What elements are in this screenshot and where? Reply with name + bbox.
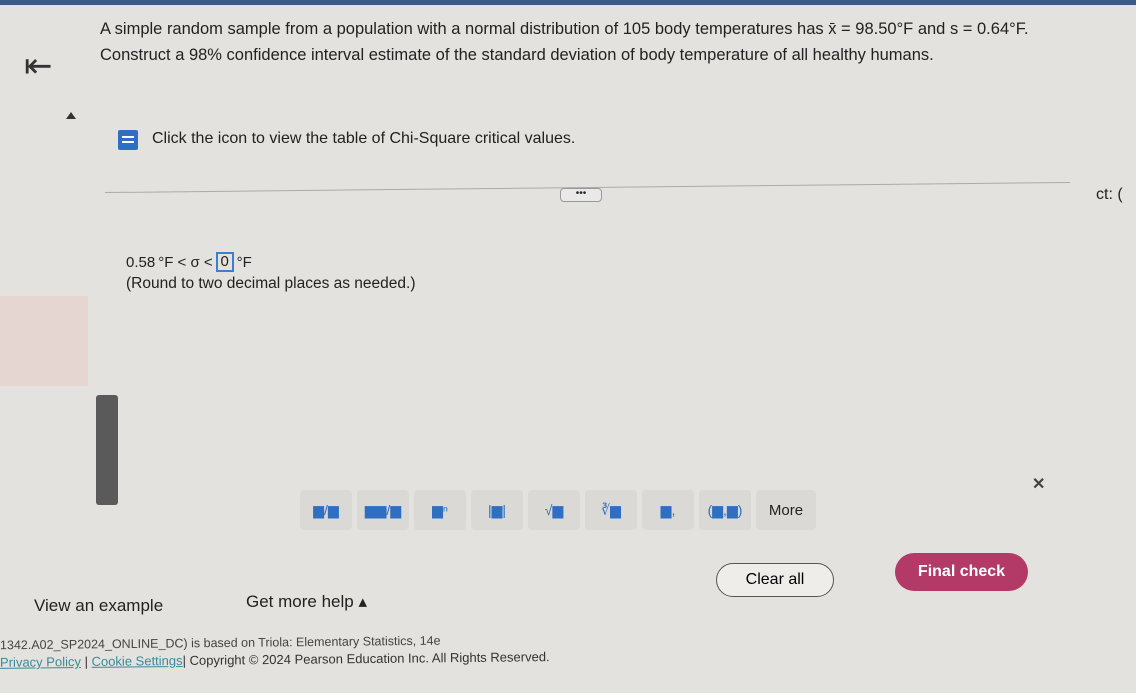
- privacy-policy-link[interactable]: Privacy Policy: [0, 654, 81, 670]
- nth-root-button[interactable]: ∛▆: [585, 490, 637, 530]
- final-check-button[interactable]: Final check: [895, 553, 1028, 591]
- footer-source: 1342.A02_SP2024_ONLINE_DC) is based on T…: [0, 633, 441, 653]
- top-bar: [0, 0, 1136, 5]
- sample-mean: x̄ = 98.50°F: [828, 20, 914, 38]
- more-dots-button[interactable]: •••: [560, 188, 602, 202]
- more-button[interactable]: More: [756, 490, 816, 530]
- sample-sd: s = 0.64°F: [949, 20, 1024, 38]
- exponent-button[interactable]: ▆ⁿ: [414, 490, 466, 530]
- scrollbar[interactable]: [96, 395, 118, 505]
- footer-links: Privacy Policy | Cookie Settings| Copyri…: [0, 649, 550, 670]
- cookie-settings-link[interactable]: Cookie Settings: [91, 653, 182, 669]
- get-more-help-link[interactable]: Get more help ▴: [246, 592, 367, 612]
- square-root-button[interactable]: √▆: [528, 490, 580, 530]
- rounding-note: (Round to two decimal places as needed.): [126, 275, 416, 292]
- inequality-text: °F < σ <: [158, 253, 213, 271]
- view-example-link[interactable]: View an example: [34, 596, 163, 616]
- subscript-button[interactable]: ▆,: [642, 490, 694, 530]
- question-part: A simple random sample from a population…: [100, 20, 829, 38]
- question-part: and: [913, 20, 950, 38]
- back-arrow-icon[interactable]: ⇤: [24, 46, 53, 86]
- ordered-pair-button[interactable]: (▆,▆): [699, 490, 751, 530]
- clear-all-button[interactable]: Clear all: [716, 563, 834, 597]
- math-palette: ▆/▆ ▆▆/▆ ▆ⁿ |▆| √▆ ∛▆ ▆, (▆,▆) More: [300, 490, 816, 530]
- absolute-value-button[interactable]: |▆|: [471, 490, 523, 530]
- table-icon[interactable]: [118, 130, 138, 150]
- upper-bound-input[interactable]: 0: [215, 252, 234, 272]
- fraction-button[interactable]: ▆/▆: [300, 490, 352, 530]
- collapse-triangle-icon[interactable]: [66, 112, 76, 119]
- question-text: A simple random sample from a population…: [100, 16, 1080, 68]
- mixed-number-button[interactable]: ▆▆/▆: [357, 490, 409, 530]
- close-icon[interactable]: ✕: [1032, 474, 1045, 494]
- side-panel: [0, 296, 88, 386]
- table-link-text: Click the icon to view the table of Chi-…: [152, 130, 576, 147]
- answer-row: 0.58 °F < σ < 0 °F: [126, 252, 252, 272]
- cut-off-text: ct: (: [1096, 186, 1123, 203]
- copyright: | Copyright © 2024 Pearson Education Inc…: [182, 649, 550, 668]
- unit-text: °F: [236, 253, 252, 271]
- lower-bound: 0.58: [126, 253, 156, 271]
